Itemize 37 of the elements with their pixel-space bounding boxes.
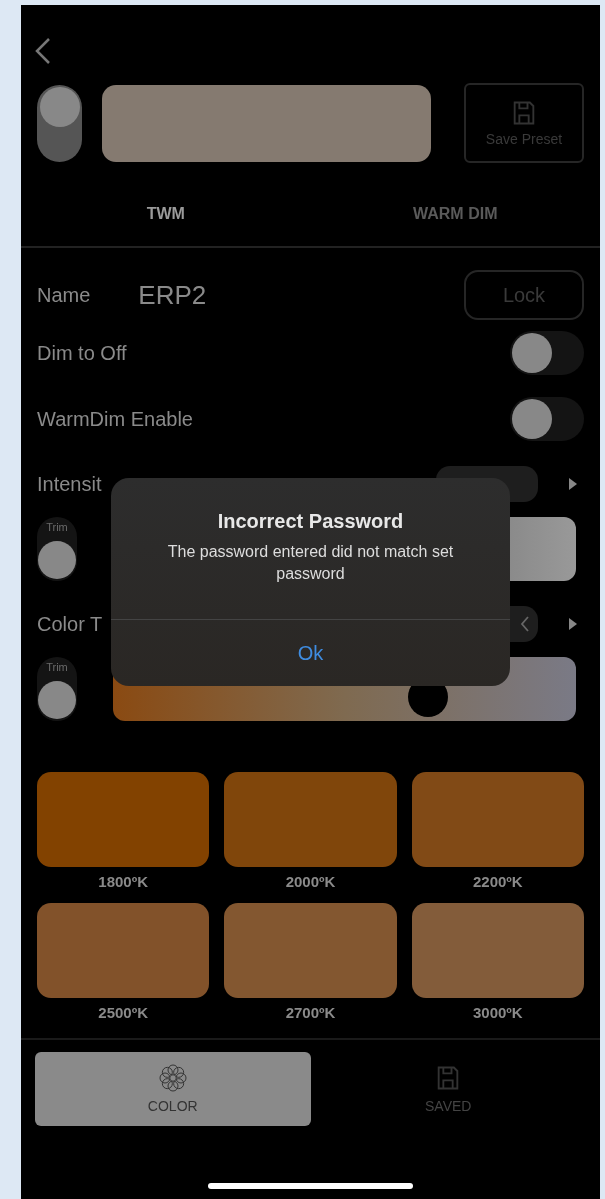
flower-icon xyxy=(158,1064,187,1092)
switch-label: Dim to Off xyxy=(37,341,127,365)
play-arrow-icon[interactable] xyxy=(568,477,578,491)
swatch-label: 3000ºK xyxy=(472,1004,523,1023)
mode-tab[interactable]: TWM xyxy=(21,197,311,231)
trim-toggle[interactable]: Trim xyxy=(37,657,77,721)
mode-tab[interactable]: WARM DIM xyxy=(310,197,600,231)
name-label: Name xyxy=(37,283,91,307)
dialog-message: The password entered did not match set password xyxy=(166,542,455,584)
play-arrow-icon[interactable] xyxy=(568,617,578,631)
back-icon[interactable] xyxy=(35,37,51,65)
bottom-tab[interactable]: SAVED xyxy=(310,1052,586,1126)
color-temp-label: Color T xyxy=(37,612,103,636)
toggle-switch[interactable] xyxy=(510,397,584,441)
color-swatch[interactable] xyxy=(224,903,397,998)
switch-label: WarmDim Enable xyxy=(37,407,193,431)
color-swatch[interactable] xyxy=(37,772,210,867)
color-swatch[interactable] xyxy=(411,772,584,867)
chevron-left-icon[interactable] xyxy=(520,615,530,633)
dialog-title: Incorrect Password xyxy=(217,510,404,533)
swatch-label: 2000ºK xyxy=(285,873,336,892)
color-swatch[interactable] xyxy=(224,772,397,867)
name-value: ERP2 xyxy=(138,279,207,311)
color-swatch[interactable] xyxy=(37,903,210,998)
bottom-tab[interactable]: COLOR xyxy=(35,1052,311,1126)
save-preset-button[interactable]: Save Preset xyxy=(464,83,584,163)
power-toggle[interactable] xyxy=(37,84,82,162)
intensity-label: Intensit xyxy=(37,472,102,496)
swatch-label: 2200ºK xyxy=(472,873,523,892)
lock-button[interactable]: Lock xyxy=(464,270,584,320)
swatch-label: 2500ºK xyxy=(98,1004,148,1023)
toggle-switch[interactable] xyxy=(510,331,584,375)
color-swatch[interactable] xyxy=(411,903,584,998)
swatch-label: 1800ºK xyxy=(98,873,148,892)
ok-button[interactable]: Ok xyxy=(111,620,510,686)
swatch-label: 2700ºK xyxy=(285,1004,336,1023)
trim-toggle[interactable]: Trim xyxy=(37,517,77,581)
